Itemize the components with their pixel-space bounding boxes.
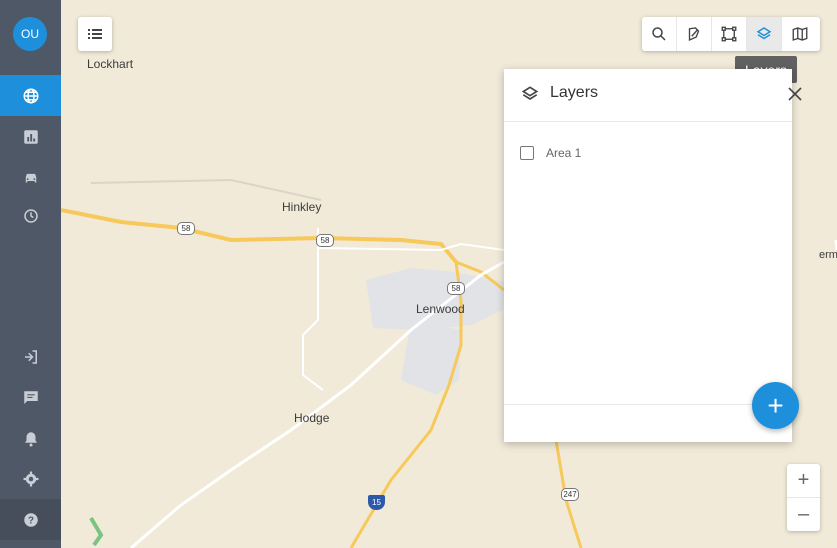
layer-checkbox[interactable] <box>520 146 534 160</box>
sidebar-item-messages[interactable] <box>0 377 61 418</box>
zoom-out-button[interactable]: – <box>787 498 820 531</box>
layers-panel-title: Layers <box>550 84 599 101</box>
town-label: Hodge <box>294 411 330 425</box>
sidebar-item-help[interactable]: ? <box>0 499 61 540</box>
zoom-in-button[interactable]: + <box>787 464 820 498</box>
panel-footer-divider <box>504 404 792 405</box>
layers-icon <box>521 86 539 100</box>
layers-panel-header: Layers <box>504 69 802 122</box>
sidebar: OU ? <box>0 0 61 548</box>
logout-icon <box>24 349 37 364</box>
gear-icon <box>23 471 38 486</box>
sidebar-item-reports[interactable] <box>0 116 61 157</box>
sidebar-item-map[interactable] <box>0 75 61 116</box>
bell-icon <box>24 431 37 446</box>
basemap-tool-button[interactable] <box>782 17 817 51</box>
town-label: Hinkley <box>282 200 322 214</box>
list-icon <box>88 29 102 39</box>
layers-panel: Layers Area 1 <box>504 69 802 442</box>
close-icon[interactable] <box>787 86 803 102</box>
map-icon <box>792 27 807 41</box>
chart-icon <box>23 129 38 144</box>
route-shield: 58 <box>447 282 465 295</box>
add-layer-button[interactable]: + <box>752 382 799 429</box>
search-icon <box>652 27 666 41</box>
globe-icon <box>23 88 38 103</box>
town-label: Lenwood <box>416 302 465 316</box>
layers-tool-button[interactable] <box>747 17 782 51</box>
select-area-tool-button[interactable] <box>712 17 747 51</box>
clock-icon <box>23 208 38 223</box>
route-shield: 58 <box>316 234 334 247</box>
layers-icon <box>756 27 772 40</box>
sidebar-item-settings[interactable] <box>0 458 61 499</box>
town-label: Lockhart <box>87 57 134 71</box>
list-menu-button[interactable] <box>78 17 112 51</box>
search-tool-button[interactable] <box>642 17 677 51</box>
sidebar-item-notifications[interactable] <box>0 418 61 459</box>
map-toolbar <box>642 17 820 51</box>
sidebar-item-vehicles[interactable] <box>0 157 61 198</box>
chat-icon <box>23 390 38 404</box>
user-avatar[interactable]: OU <box>13 17 47 51</box>
sidebar-item-history[interactable] <box>0 195 61 236</box>
town-label-partial: erm <box>819 249 837 261</box>
layer-label: Area 1 <box>546 146 582 160</box>
car-icon <box>25 173 36 182</box>
svg-text:?: ? <box>28 515 34 526</box>
route-shield: 15 <box>368 495 385 510</box>
select-area-icon <box>721 26 737 42</box>
draw-polygon-tool-button[interactable] <box>677 17 712 51</box>
route-shield: 247 <box>561 488 579 501</box>
layer-item[interactable]: Area 1 <box>520 146 581 160</box>
draw-polygon-icon <box>688 27 700 42</box>
route-shield: 58 <box>177 222 195 235</box>
zoom-controls: + – <box>787 464 820 531</box>
sidebar-item-logout[interactable] <box>0 336 61 377</box>
help-icon: ? <box>23 512 38 527</box>
